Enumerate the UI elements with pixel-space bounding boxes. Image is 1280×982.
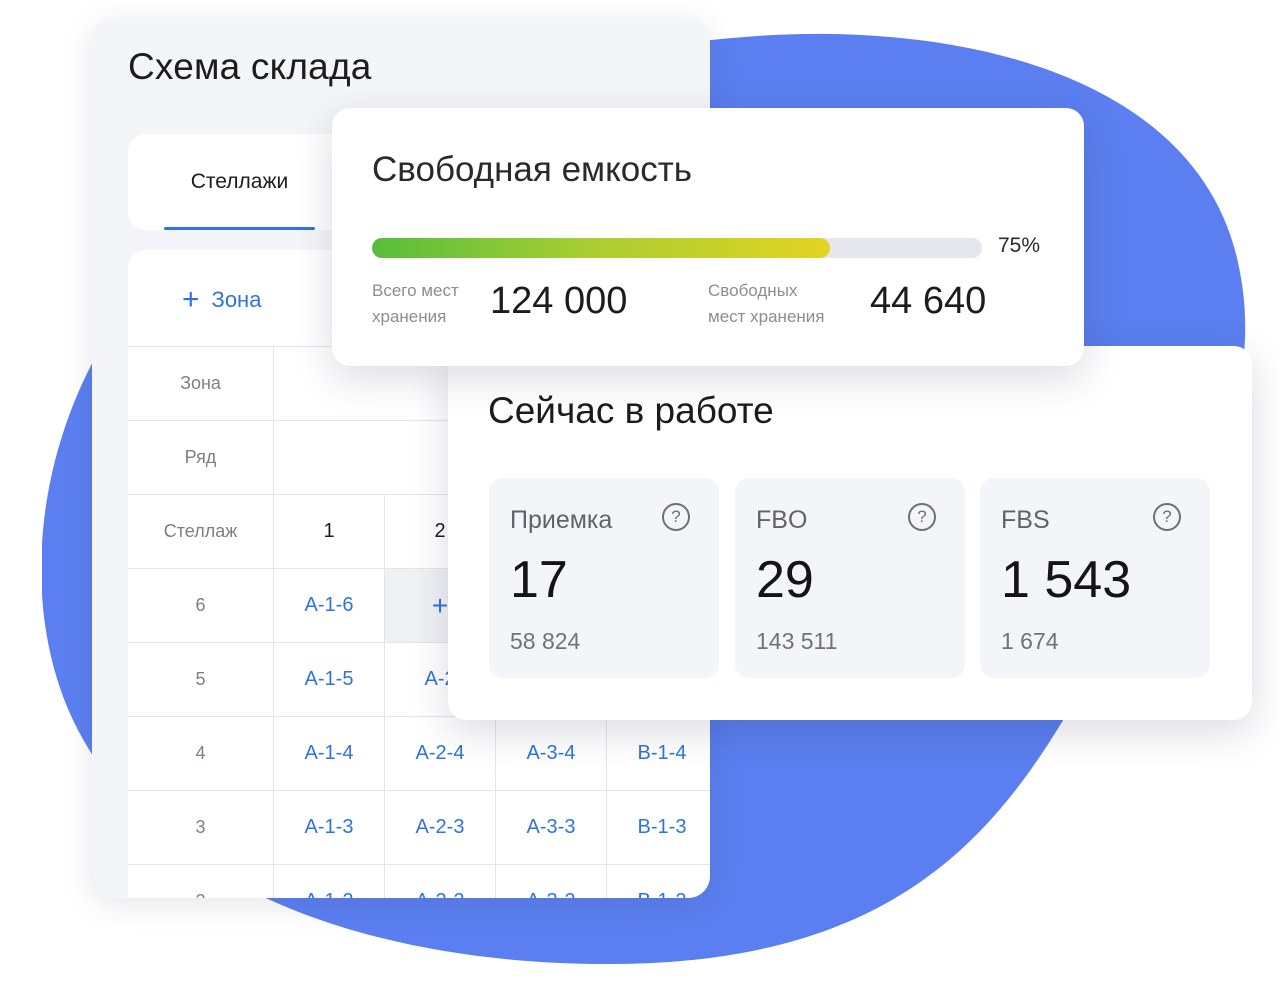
level-number: 5 [128, 643, 274, 716]
metric-subvalue: 58 824 [510, 628, 581, 654]
level-number: 4 [128, 717, 274, 790]
metric-label: FBO [756, 506, 808, 534]
metric-value: 17 [510, 551, 568, 609]
cell-link[interactable]: A-2-2 [385, 865, 496, 898]
row-header-rack: Стеллаж [128, 495, 274, 568]
metric-label: Приемка [510, 506, 613, 534]
free-capacity-card: Свободная емкость 75% Всего мест хранени… [332, 108, 1084, 366]
cell-link[interactable]: A-2-3 [385, 791, 496, 864]
free-places-label-line1: Свободных [708, 281, 798, 300]
total-places-label-line1: Всего мест [372, 281, 459, 300]
cell-link[interactable]: A-3-2 [496, 865, 607, 898]
cell-link[interactable]: A-3-4 [496, 717, 607, 790]
add-zone-button[interactable]: + Зона [182, 280, 261, 320]
tab-racks-label: Стеллажи [190, 170, 289, 193]
in-work-title: Сейчас в работе [488, 390, 774, 431]
row-header-zone: Зона [128, 347, 274, 420]
level-number: 2 [128, 865, 274, 898]
cell-link[interactable]: A-2-4 [385, 717, 496, 790]
free-places-label-line2: мест хранения [708, 307, 825, 326]
rack-number: 1 [274, 495, 385, 568]
total-places-label: Всего мест хранения [372, 278, 459, 330]
cell-link[interactable]: A-1-4 [274, 717, 385, 790]
capacity-progress-fill [372, 238, 830, 258]
free-places-value: 44 640 [870, 280, 987, 322]
grid-row-level-3: 3 A-1-3 A-2-3 A-3-3 B-1-3 [128, 791, 710, 865]
metric-card-fbo: FBO ? 29 143 511 [735, 478, 965, 678]
cell-link[interactable]: B-1-2 [607, 865, 710, 898]
free-places-label: Свободных мест хранения [708, 278, 825, 330]
cell-link[interactable]: A-1-5 [274, 643, 385, 716]
question-circle-icon[interactable]: ? [1153, 503, 1181, 531]
metric-card-fbs: FBS ? 1 543 1 674 [980, 478, 1210, 678]
cell-link[interactable]: B-1-4 [607, 717, 710, 790]
capacity-progress-track [372, 238, 982, 258]
plus-icon: + [182, 283, 200, 316]
page-title: Схема склада [128, 46, 372, 87]
metric-card-receiving: Приемка ? 17 58 824 [489, 478, 719, 678]
grid-row-level-2: 2 A-1-2 A-2-2 A-3-2 B-1-2 [128, 865, 710, 898]
metric-subvalue: 143 511 [756, 628, 838, 654]
total-places-label-line2: хранения [372, 307, 447, 326]
cell-link[interactable]: B-1-3 [607, 791, 710, 864]
row-header-row: Ряд [128, 421, 274, 494]
metric-subvalue: 1 674 [1001, 628, 1059, 654]
capacity-percent: 75% [998, 234, 1041, 257]
question-circle-icon[interactable]: ? [908, 503, 936, 531]
question-circle-icon[interactable]: ? [662, 503, 690, 531]
cell-link[interactable]: A-3-3 [496, 791, 607, 864]
metric-value: 1 543 [1001, 551, 1132, 609]
tab-racks[interactable]: Стеллажи [164, 134, 315, 230]
add-zone-label: Зона [211, 287, 262, 312]
cell-link[interactable]: A-1-2 [274, 865, 385, 898]
cell-link[interactable]: A-1-3 [274, 791, 385, 864]
metric-label: FBS [1001, 506, 1050, 534]
total-places-value: 124 000 [490, 280, 628, 322]
cell-link[interactable]: A-1-6 [274, 569, 385, 642]
capacity-title: Свободная емкость [372, 150, 693, 189]
metric-value: 29 [756, 551, 814, 609]
level-number: 3 [128, 791, 274, 864]
grid-row-level-4: 4 A-1-4 A-2-4 A-3-4 B-1-4 [128, 717, 710, 791]
in-work-card: Сейчас в работе Приемка ? 17 58 824 FBO … [448, 346, 1252, 720]
active-tab-indicator [164, 227, 315, 230]
level-number: 6 [128, 569, 274, 642]
